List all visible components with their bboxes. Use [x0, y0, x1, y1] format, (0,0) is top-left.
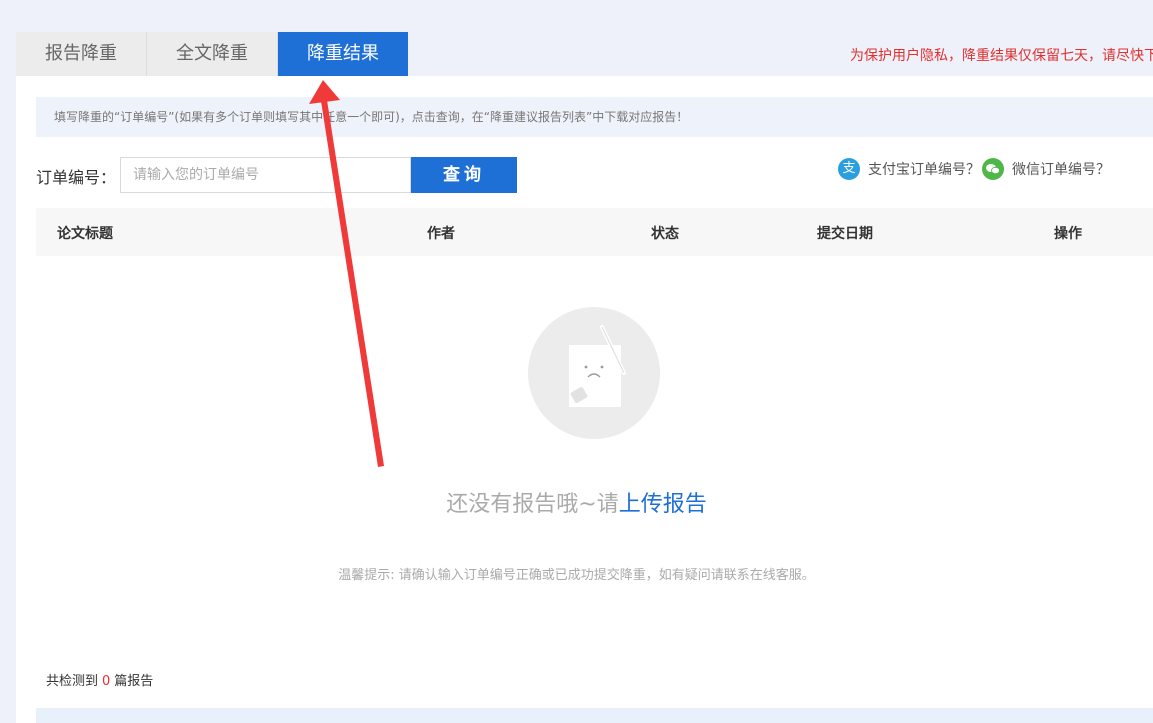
report-table-header: 论文标题 作者 状态 提交日期 操作	[36, 208, 1153, 256]
column-header-status[interactable]: 状态	[651, 223, 679, 243]
report-count-summary: 共检测到 0 篇报告	[46, 670, 153, 689]
results-panel: 填写降重的“订单编号”(如果有多个订单则填写其中任意一个即可)，点击查询，在“降…	[16, 76, 1153, 723]
empty-state-text: 还没有报告哦~请	[446, 492, 619, 517]
order-number-input[interactable]	[120, 157, 411, 193]
tab-bar: 报告降重 全文降重 降重结果	[16, 32, 408, 76]
alipay-order-help-text: 支付宝订单编号？	[868, 162, 980, 178]
tab-reduce-result[interactable]: 降重结果	[277, 32, 408, 76]
privacy-notice: 为保护用户隐私，降重结果仅保留七天，请尽快下	[850, 48, 1153, 64]
summary-prefix: 共检测到	[46, 674, 99, 689]
bottom-bar	[36, 708, 1153, 723]
report-count: 0	[102, 674, 111, 689]
tab-fulltext-reduce[interactable]: 全文降重	[146, 32, 277, 76]
order-number-label: 订单编号：	[36, 168, 117, 187]
wechat-icon	[982, 158, 1004, 180]
wechat-order-help-link[interactable]: 微信订单编号？	[982, 158, 1110, 180]
column-header-submit-date[interactable]: 提交日期	[817, 223, 873, 243]
column-header-title[interactable]: 论文标题	[57, 223, 113, 243]
upload-report-link[interactable]: 上传报告	[619, 492, 707, 517]
empty-state-message: 还没有报告哦~请上传报告	[0, 486, 1153, 518]
empty-document-icon	[569, 325, 626, 407]
alipay-order-help-link[interactable]: 支 支付宝订单编号？	[838, 158, 980, 180]
alipay-icon: 支	[838, 158, 860, 180]
column-header-actions[interactable]: 操作	[1054, 223, 1082, 243]
warm-tip: 温馨提示: 请确认输入订单编号正确或已成功提交降重，如有疑问请联系在线客服。	[338, 568, 815, 583]
tab-report-reduce[interactable]: 报告降重	[16, 32, 146, 76]
empty-state-illustration	[528, 307, 660, 439]
instruction-banner: 填写降重的“订单编号”(如果有多个订单则填写其中任意一个即可)，点击查询，在“降…	[36, 97, 1153, 137]
column-header-author[interactable]: 作者	[427, 223, 455, 243]
wechat-order-help-text: 微信订单编号？	[1012, 162, 1110, 178]
query-button[interactable]: 查询	[411, 157, 517, 193]
summary-suffix: 篇报告	[114, 674, 154, 689]
